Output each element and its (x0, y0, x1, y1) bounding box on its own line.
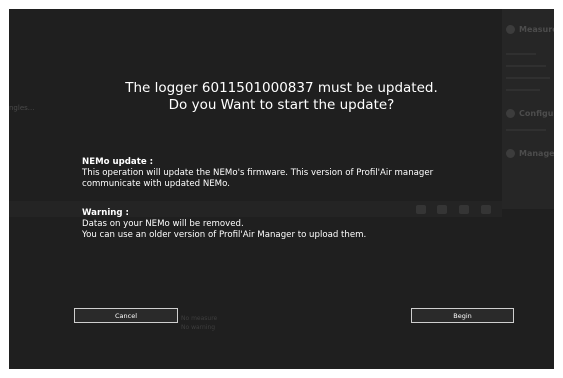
panel-section-measure: Measure (506, 25, 554, 34)
nemo-update-heading: NEMo update : (82, 157, 154, 167)
panel-section-manage: Manage (506, 149, 554, 158)
panel-heading-measure: Measure (519, 25, 554, 34)
warning-text-line2: You can use an older version of Profil'A… (82, 230, 367, 240)
manage-icon (506, 149, 515, 158)
toolbar-tool-icon (481, 205, 491, 214)
panel-text-line (506, 53, 536, 55)
nemo-update-text-line1: This operation will update the NEMo's fi… (82, 168, 434, 178)
background-status-measure: No measure (181, 315, 218, 322)
dialog-title: The logger 6011501000837 must be updated… (9, 80, 554, 114)
panel-text-line (506, 65, 546, 67)
nemo-update-section: NEMo update : This operation will update… (82, 157, 433, 190)
panel-heading-manage: Manage (519, 149, 554, 158)
begin-button[interactable]: Begin (411, 308, 514, 323)
update-dialog-screen: ngles... Measure Configu Manage No measu… (9, 9, 554, 369)
dialog-title-line2: Do you Want to start the update? (168, 97, 395, 113)
warning-text-line1: Datas on your NEMo will be removed. (82, 219, 244, 229)
toolbar-tool-icon (416, 205, 426, 214)
warning-section: Warning : Datas on your NEMo will be rem… (82, 208, 366, 241)
nemo-update-text-line2: communicate with updated NEMo. (82, 179, 230, 189)
measure-icon (506, 25, 515, 34)
warning-heading: Warning : (82, 208, 129, 218)
cancel-button[interactable]: Cancel (74, 308, 178, 323)
panel-text-line (506, 129, 546, 131)
background-status-warning: No warning (181, 324, 216, 331)
toolbar-tool-icon (459, 205, 469, 214)
panel-text-line (506, 77, 550, 79)
toolbar-tool-icon (437, 205, 447, 214)
dialog-title-line1: The logger 6011501000837 must be updated… (125, 80, 438, 96)
